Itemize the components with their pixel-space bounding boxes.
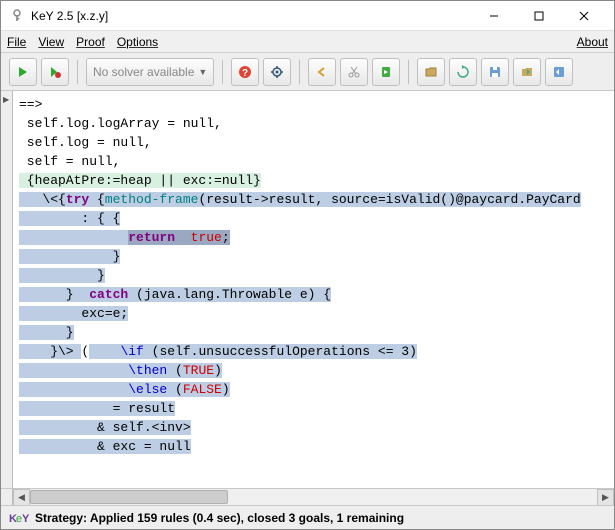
menu-options[interactable]: Options [117, 35, 158, 49]
code-line: = result [19, 399, 614, 418]
svg-text:Y: Y [22, 513, 29, 525]
export-button[interactable] [513, 58, 541, 86]
gutter[interactable]: ▶ [1, 91, 13, 488]
horizontal-scrollbar[interactable]: ◀ ▶ [1, 488, 614, 505]
code-line: self = null, [19, 152, 614, 171]
cut-button[interactable] [340, 58, 368, 86]
code-line: } [19, 323, 614, 342]
code-line: {heapAtPre:=heap || exc:=null} [19, 171, 614, 190]
editor-area: ▶ ==> self.log.logArray = null, self.log… [1, 91, 614, 488]
code-line: \else (FALSE) [19, 380, 614, 399]
maximize-button[interactable] [516, 2, 561, 30]
code-scroll[interactable]: ==> self.log.logArray = null, self.log =… [13, 91, 614, 488]
import-button[interactable] [545, 58, 573, 86]
code-line: }\> ( \if (self.unsuccessfulOperations <… [19, 342, 614, 361]
save-button[interactable] [481, 58, 509, 86]
play-button[interactable] [9, 58, 37, 86]
code-line: & self.<inv> [19, 418, 614, 437]
goal-back-button[interactable] [372, 58, 400, 86]
key-logo-icon: KeY [9, 510, 29, 526]
code-line: \then (TRUE) [19, 361, 614, 380]
open-button[interactable] [417, 58, 445, 86]
code-line: ==> [19, 95, 614, 114]
menu-about[interactable]: About [577, 35, 608, 49]
code-line: return true; [19, 228, 614, 247]
code-line: : { { [19, 209, 614, 228]
menu-proof[interactable]: Proof [76, 35, 105, 49]
close-button[interactable] [561, 2, 606, 30]
scroll-thumb[interactable] [30, 490, 228, 504]
reload-button[interactable] [449, 58, 477, 86]
code-line: } catch (java.lang.Throwable e) { [19, 285, 614, 304]
gutter-arrow-icon: ▶ [3, 95, 9, 104]
undo-button[interactable] [308, 58, 336, 86]
code-line: \<{try {method-frame(result->result, sou… [19, 190, 614, 209]
code-content[interactable]: ==> self.log.logArray = null, self.log =… [13, 91, 614, 460]
scroll-right-button[interactable]: ▶ [597, 489, 614, 506]
chevron-down-icon: ▼ [198, 67, 207, 77]
statusbar: KeY Strategy: Applied 159 rules (0.4 sec… [1, 505, 614, 529]
solver-dropdown[interactable]: No solver available ▼ [86, 58, 214, 86]
code-line: & exc = null [19, 437, 614, 456]
code-line: } [19, 266, 614, 285]
window-title: KeY 2.5 [x.z.y] [31, 9, 471, 23]
solver-label: No solver available [93, 65, 194, 79]
help-button[interactable]: ? [231, 58, 259, 86]
code-line: } [19, 247, 614, 266]
scroll-left-button[interactable]: ◀ [13, 489, 30, 506]
minimize-button[interactable] [471, 2, 516, 30]
window-controls [471, 2, 606, 30]
toolbar: No solver available ▼ ? [1, 53, 614, 91]
code-line: self.log = null, [19, 133, 614, 152]
titlebar: KeY 2.5 [x.z.y] [1, 1, 614, 31]
scroll-track[interactable] [30, 489, 597, 506]
svg-text:?: ? [242, 68, 248, 79]
status-text: Strategy: Applied 159 rules (0.4 sec), c… [35, 511, 404, 525]
code-line: exc=e; [19, 304, 614, 323]
menu-view[interactable]: View [38, 35, 64, 49]
app-icon [9, 8, 25, 24]
stop-button[interactable] [41, 58, 69, 86]
menubar: File View Proof Options About [1, 31, 614, 53]
settings-button[interactable] [263, 58, 291, 86]
menu-file[interactable]: File [7, 35, 26, 49]
code-line: self.log.logArray = null, [19, 114, 614, 133]
